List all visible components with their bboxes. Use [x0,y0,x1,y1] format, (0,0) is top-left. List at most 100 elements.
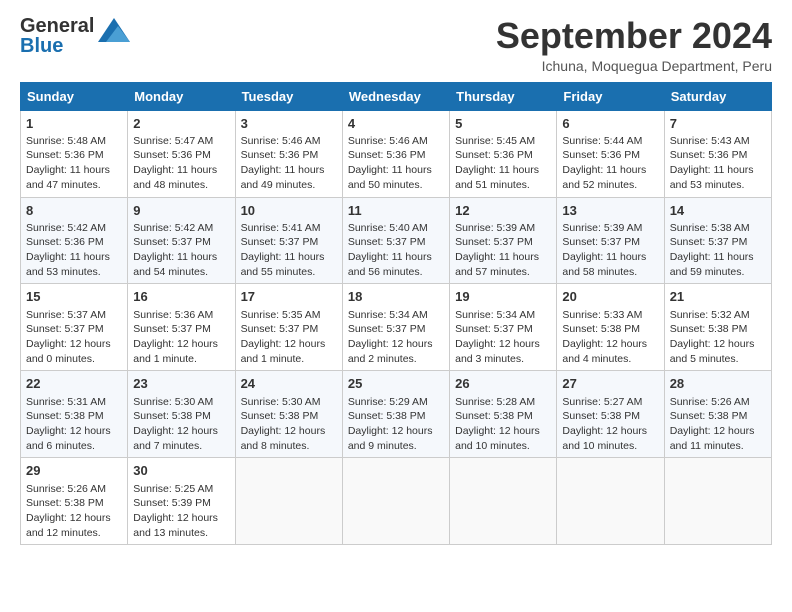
day-number: 11 [348,202,444,220]
month-title: September 2024 [496,16,772,56]
calendar-cell [342,458,449,545]
calendar-cell: 21Sunrise: 5:32 AM Sunset: 5:38 PM Dayli… [664,284,771,371]
day-info: Sunrise: 5:42 AM Sunset: 5:36 PM Dayligh… [26,221,122,280]
day-number: 18 [348,288,444,306]
day-info: Sunrise: 5:46 AM Sunset: 5:36 PM Dayligh… [348,134,444,193]
calendar-cell [450,458,557,545]
day-number: 4 [348,115,444,133]
day-info: Sunrise: 5:45 AM Sunset: 5:36 PM Dayligh… [455,134,551,193]
calendar-cell: 27 Sunrise: 5:27 AM Sunset: 5:38 PM Dayli… [557,371,664,458]
day-number: 9 [133,202,229,220]
day-info: Sunrise: 5:25 AM Sunset: 5:39 PM Dayligh… [133,482,229,541]
day-info: Sunrise: 5:40 AM Sunset: 5:37 PM Dayligh… [348,221,444,280]
day-info: Sunrise: 5:36 AM Sunset: 5:37 PM Dayligh… [133,308,229,367]
page-header: General Blue September 2024 Ichuna, Moqu… [20,16,772,74]
calendar-cell: 12Sunrise: 5:39 AM Sunset: 5:37 PM Dayli… [450,197,557,284]
calendar-cell: 24 Sunrise: 5:30 AM Sunset: 5:38 PM Dayli… [235,371,342,458]
day-number: 26 [455,375,551,393]
calendar-cell: 15 Sunrise: 5:37 AM Sunset: 5:37 PM Dayli… [21,284,128,371]
day-number: 2 [133,115,229,133]
header-day-sunday: Sunday [21,82,128,110]
calendar-cell: 26 Sunrise: 5:28 AM Sunset: 5:38 PM Dayli… [450,371,557,458]
day-info: Sunrise: 5:31 AM Sunset: 5:38 PM Dayligh… [26,395,122,454]
calendar-cell: 23 Sunrise: 5:30 AM Sunset: 5:38 PM Dayli… [128,371,235,458]
day-number: 25 [348,375,444,393]
calendar-cell [664,458,771,545]
calendar-week-4: 22 Sunrise: 5:31 AM Sunset: 5:38 PM Dayli… [21,371,772,458]
calendar-cell: 8Sunrise: 5:42 AM Sunset: 5:36 PM Daylig… [21,197,128,284]
day-number: 29 [26,462,122,480]
calendar-cell: 17 Sunrise: 5:35 AM Sunset: 5:37 PM Dayli… [235,284,342,371]
day-number: 15 [26,288,122,306]
day-number: 27 [562,375,658,393]
calendar-week-2: 8Sunrise: 5:42 AM Sunset: 5:36 PM Daylig… [21,197,772,284]
calendar-table: SundayMondayTuesdayWednesdayThursdayFrid… [20,82,772,546]
day-number: 24 [241,375,337,393]
day-info: Sunrise: 5:29 AM Sunset: 5:38 PM Dayligh… [348,395,444,454]
day-number: 20 [562,288,658,306]
day-info: Sunrise: 5:27 AM Sunset: 5:38 PM Dayligh… [562,395,658,454]
day-number: 12 [455,202,551,220]
day-info: Sunrise: 5:28 AM Sunset: 5:38 PM Dayligh… [455,395,551,454]
day-number: 19 [455,288,551,306]
day-info: Sunrise: 5:39 AM Sunset: 5:37 PM Dayligh… [562,221,658,280]
header-day-thursday: Thursday [450,82,557,110]
day-info: Sunrise: 5:38 AM Sunset: 5:37 PM Dayligh… [670,221,766,280]
calendar-cell: 18 Sunrise: 5:34 AM Sunset: 5:37 PM Dayli… [342,284,449,371]
header-row: SundayMondayTuesdayWednesdayThursdayFrid… [21,82,772,110]
day-info: Sunrise: 5:34 AM Sunset: 5:37 PM Dayligh… [348,308,444,367]
day-info: Sunrise: 5:30 AM Sunset: 5:38 PM Dayligh… [241,395,337,454]
header-day-monday: Monday [128,82,235,110]
day-info: Sunrise: 5:41 AM Sunset: 5:37 PM Dayligh… [241,221,337,280]
day-info: Sunrise: 5:39 AM Sunset: 5:37 PM Dayligh… [455,221,551,280]
day-number: 13 [562,202,658,220]
calendar-cell: 13Sunrise: 5:39 AM Sunset: 5:37 PM Dayli… [557,197,664,284]
day-number: 28 [670,375,766,393]
day-number: 22 [26,375,122,393]
day-number: 6 [562,115,658,133]
calendar-cell: 11Sunrise: 5:40 AM Sunset: 5:37 PM Dayli… [342,197,449,284]
logo-blue-text: Blue [20,36,94,56]
day-number: 1 [26,115,122,133]
calendar-cell: 7Sunrise: 5:43 AM Sunset: 5:36 PM Daylig… [664,110,771,197]
day-info: Sunrise: 5:48 AM Sunset: 5:36 PM Dayligh… [26,134,122,193]
calendar-week-5: 29 Sunrise: 5:26 AM Sunset: 5:38 PM Dayli… [21,458,772,545]
logo-name: General Blue [20,16,94,56]
day-number: 16 [133,288,229,306]
calendar-cell: 6Sunrise: 5:44 AM Sunset: 5:36 PM Daylig… [557,110,664,197]
day-number: 17 [241,288,337,306]
day-number: 3 [241,115,337,133]
calendar-cell: 14Sunrise: 5:38 AM Sunset: 5:37 PM Dayli… [664,197,771,284]
day-info: Sunrise: 5:26 AM Sunset: 5:38 PM Dayligh… [670,395,766,454]
location-subtitle: Ichuna, Moquegua Department, Peru [496,58,772,74]
day-info: Sunrise: 5:47 AM Sunset: 5:36 PM Dayligh… [133,134,229,193]
header-day-tuesday: Tuesday [235,82,342,110]
calendar-cell: 28 Sunrise: 5:26 AM Sunset: 5:38 PM Dayli… [664,371,771,458]
header-day-saturday: Saturday [664,82,771,110]
day-number: 23 [133,375,229,393]
calendar-week-1: 1Sunrise: 5:48 AM Sunset: 5:36 PM Daylig… [21,110,772,197]
day-number: 8 [26,202,122,220]
logo-icon [98,18,130,47]
logo-general-text: General [20,16,94,36]
header-day-wednesday: Wednesday [342,82,449,110]
calendar-cell: 19 Sunrise: 5:34 AM Sunset: 5:37 PM Dayli… [450,284,557,371]
calendar-cell: 29 Sunrise: 5:26 AM Sunset: 5:38 PM Dayli… [21,458,128,545]
calendar-cell: 22 Sunrise: 5:31 AM Sunset: 5:38 PM Dayli… [21,371,128,458]
calendar-week-3: 15 Sunrise: 5:37 AM Sunset: 5:37 PM Dayli… [21,284,772,371]
calendar-cell: 5Sunrise: 5:45 AM Sunset: 5:36 PM Daylig… [450,110,557,197]
day-info: Sunrise: 5:26 AM Sunset: 5:38 PM Dayligh… [26,482,122,541]
calendar-cell: 2Sunrise: 5:47 AM Sunset: 5:36 PM Daylig… [128,110,235,197]
day-number: 5 [455,115,551,133]
day-info: Sunrise: 5:34 AM Sunset: 5:37 PM Dayligh… [455,308,551,367]
title-area: September 2024 Ichuna, Moquegua Departme… [496,16,772,74]
calendar-cell: 3Sunrise: 5:46 AM Sunset: 5:36 PM Daylig… [235,110,342,197]
day-info: Sunrise: 5:30 AM Sunset: 5:38 PM Dayligh… [133,395,229,454]
calendar-cell: 1Sunrise: 5:48 AM Sunset: 5:36 PM Daylig… [21,110,128,197]
calendar-cell [557,458,664,545]
day-number: 14 [670,202,766,220]
day-info: Sunrise: 5:35 AM Sunset: 5:37 PM Dayligh… [241,308,337,367]
day-info: Sunrise: 5:46 AM Sunset: 5:36 PM Dayligh… [241,134,337,193]
day-info: Sunrise: 5:37 AM Sunset: 5:37 PM Dayligh… [26,308,122,367]
calendar-header: SundayMondayTuesdayWednesdayThursdayFrid… [21,82,772,110]
